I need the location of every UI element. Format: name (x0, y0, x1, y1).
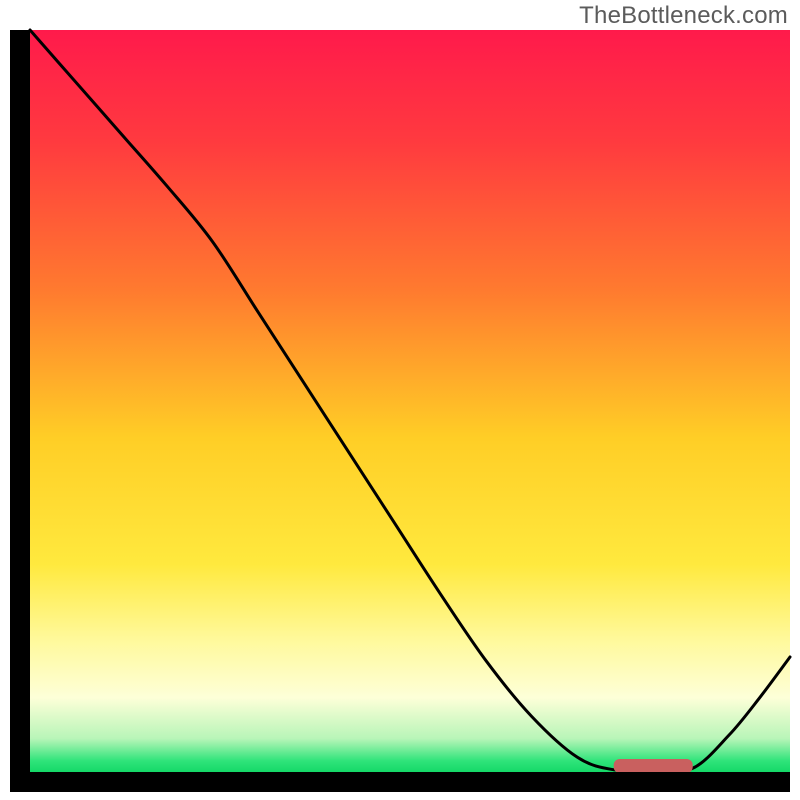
chart-container: TheBottleneck.com (0, 0, 800, 800)
y-axis (10, 30, 30, 792)
optimal-marker (614, 759, 693, 773)
x-axis (10, 772, 790, 792)
watermark-label: TheBottleneck.com (579, 2, 788, 30)
bottleneck-chart (0, 0, 800, 800)
plot-background (30, 30, 790, 772)
